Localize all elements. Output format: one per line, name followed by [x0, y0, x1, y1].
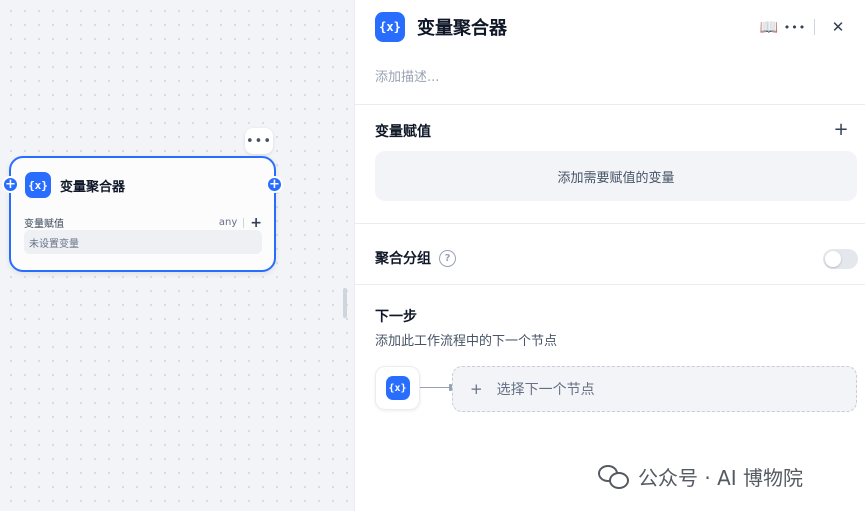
add-var-empty-button[interactable]: 添加需要赋值的变量 — [375, 151, 857, 201]
variable-icon: {x} — [385, 376, 410, 400]
panel-title: 变量聚合器 — [417, 18, 507, 39]
node-more-button[interactable]: ••• — [245, 128, 273, 154]
aggregate-group-title: 聚合分组 — [375, 251, 431, 267]
watermark: 公众号 · AI 博物院 — [598, 462, 803, 491]
current-node-icon: {x} — [375, 366, 420, 410]
plus-icon: + — [470, 380, 483, 398]
select-next-node-label: 选择下一个节点 — [496, 382, 595, 398]
help-icon[interactable]: ? — [439, 249, 456, 267]
workflow-canvas[interactable]: ••• {x} 变量聚合器 变量赋值 any + 未设置变量 + + — [0, 0, 354, 511]
add-var-button[interactable]: + — [831, 119, 851, 140]
node-header: {x} 变量聚合器 — [25, 172, 125, 198]
variable-icon: {x} — [25, 172, 51, 198]
select-next-node-button[interactable]: + 选择下一个节点 — [452, 366, 857, 412]
variable-aggregator-node[interactable]: {x} 变量聚合器 变量赋值 any + 未设置变量 — [9, 156, 276, 272]
node-title: 变量聚合器 — [60, 179, 126, 195]
panel-resize-handle[interactable] — [343, 288, 347, 318]
node-empty-var: 未设置变量 — [24, 230, 262, 254]
watermark-text: 公众号 · AI 博物院 — [638, 466, 804, 490]
header-divider — [814, 19, 815, 35]
divider — [355, 104, 865, 105]
description-input[interactable]: 添加描述... — [375, 66, 835, 85]
node-var-row: 变量赋值 any + — [24, 215, 262, 231]
more-icon[interactable]: ••• — [782, 14, 808, 40]
node-var-label: 变量赋值 — [24, 219, 64, 230]
node-add-var-button[interactable]: + — [250, 216, 262, 230]
node-var-type: any — [218, 217, 238, 228]
next-step-description: 添加此工作流程中的下一个节点 — [375, 334, 558, 349]
var-assign-title: 变量赋值 — [375, 124, 431, 140]
divider — [243, 217, 245, 228]
connector-line — [420, 387, 452, 388]
node-config-panel: {x} 变量聚合器 📖 ••• ✕ 添加描述... 变量赋值 + 添加需要赋值的… — [354, 0, 865, 511]
divider — [355, 284, 865, 285]
node-input-handle[interactable]: + — [2, 176, 19, 193]
panel-header: {x} 变量聚合器 — [375, 12, 507, 42]
node-output-handle[interactable]: + — [266, 176, 283, 193]
aggregate-group-row: 聚合分组 ? — [375, 248, 456, 268]
divider — [355, 223, 865, 224]
variable-icon: {x} — [375, 12, 405, 42]
book-icon[interactable]: 📖 — [756, 14, 782, 40]
wechat-icon — [598, 464, 630, 490]
aggregate-group-toggle[interactable] — [823, 249, 858, 269]
close-icon[interactable]: ✕ — [825, 14, 851, 40]
next-step-title: 下一步 — [375, 309, 417, 325]
toggle-knob — [825, 251, 841, 267]
panel-header-actions: 📖 ••• ✕ — [756, 14, 851, 40]
